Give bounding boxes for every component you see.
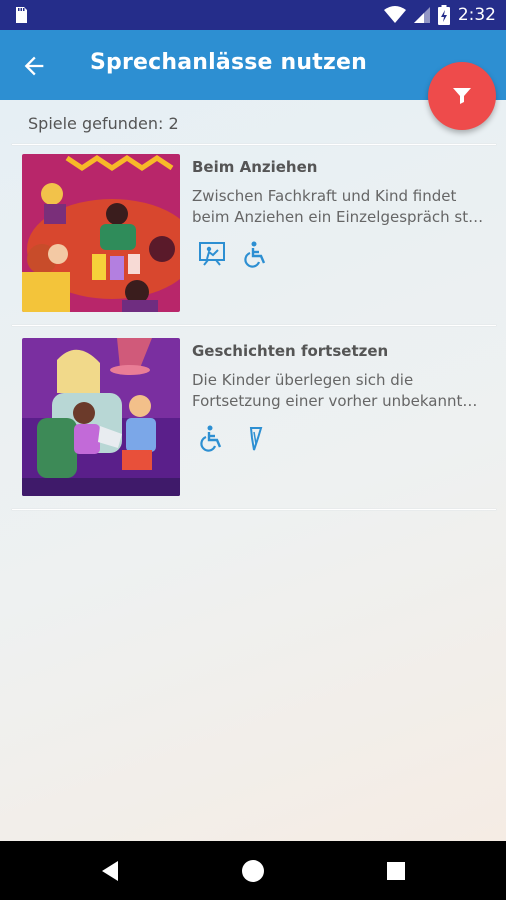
item-description-line: beim Anziehen ein Einzelgespräch st…: [192, 208, 484, 226]
item-thumbnail-image: [22, 154, 180, 312]
presentation-icon: [199, 242, 225, 266]
recents-square-icon[interactable]: [381, 856, 411, 886]
content-area: Spiele gefunden: 2 Beim Anziehen Zwische…: [0, 100, 506, 841]
filter-icon: [453, 88, 471, 104]
status-time: 2:32: [457, 5, 496, 25]
results-count: Spiele gefunden: 2: [28, 114, 179, 133]
navigation-bar: [0, 841, 506, 900]
item-title: Beim Anziehen: [192, 158, 318, 176]
pen-icon: [249, 427, 263, 451]
divider: [12, 325, 496, 326]
accessibility-icon: [244, 241, 266, 268]
item-description: Zwischen Fachkraft und Kind findet beim …: [192, 186, 488, 228]
list-item[interactable]: Beim Anziehen Zwischen Fachkraft und Kin…: [0, 144, 506, 314]
item-icons: [198, 424, 270, 452]
item-description-line: Zwischen Fachkraft und Kind findet: [192, 187, 457, 205]
signal-icon: [413, 7, 430, 23]
home-circle-icon[interactable]: [238, 856, 268, 886]
battery-icon: [437, 5, 450, 25]
item-description-line: Fortsetzung einer vorher unbekannt…: [192, 392, 478, 410]
list-item[interactable]: Geschichten fortsetzen Die Kinder überle…: [0, 328, 506, 498]
status-bar: 2:32: [0, 0, 506, 30]
item-description-line: Die Kinder überlegen sich die: [192, 371, 414, 389]
arrow-back-icon[interactable]: [20, 52, 48, 80]
accessibility-icon: [200, 425, 222, 452]
back-triangle-icon[interactable]: [96, 856, 126, 886]
item-thumbnail-image: [22, 338, 180, 496]
item-description: Die Kinder überlegen sich die Fortsetzun…: [192, 370, 488, 412]
page-title: Sprechanlässe nutzen: [90, 50, 367, 75]
wifi-icon: [383, 6, 406, 23]
filter-button[interactable]: [428, 62, 496, 130]
item-title: Geschichten fortsetzen: [192, 342, 389, 360]
sd-card-icon: [16, 7, 27, 23]
item-icons: [198, 240, 270, 268]
divider: [12, 509, 496, 510]
